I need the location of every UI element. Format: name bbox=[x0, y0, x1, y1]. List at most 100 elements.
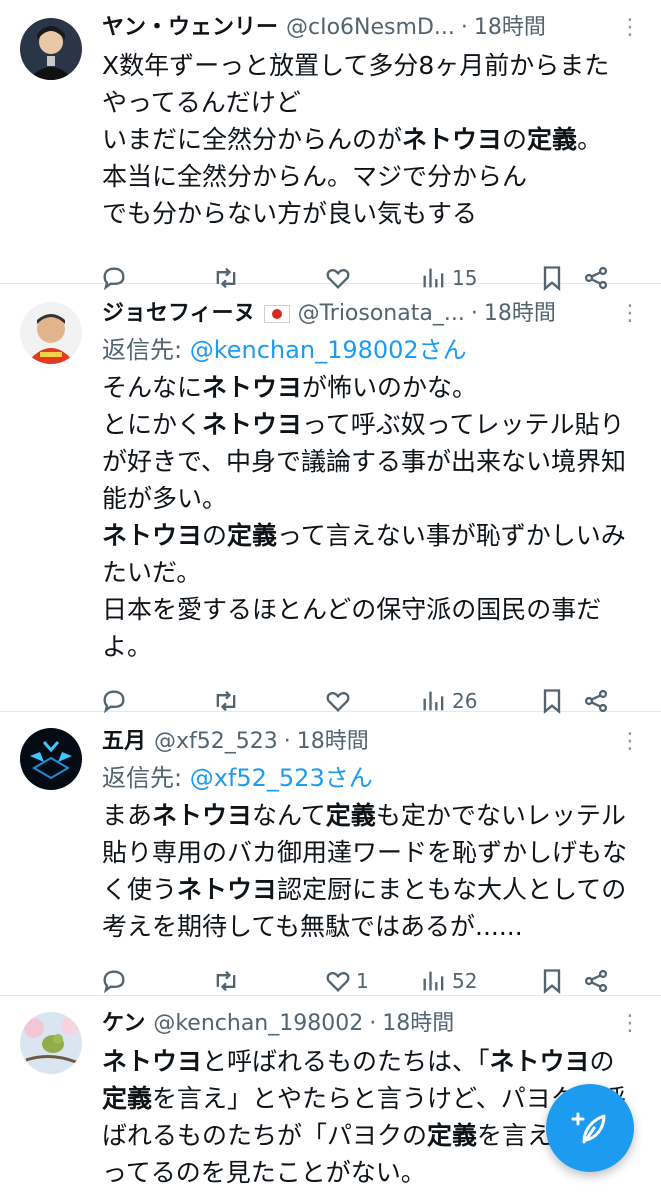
display-name[interactable]: ケン bbox=[102, 1006, 145, 1042]
views-icon bbox=[423, 971, 444, 991]
like-button[interactable]: 1 bbox=[324, 967, 420, 995]
tweet-text-line: 能が多い。 bbox=[102, 480, 639, 517]
tweet[interactable]: ジョセフィーヌ @Triosonata_... · 18時間 ⋮ 返信先: @k… bbox=[0, 284, 661, 715]
like-button[interactable] bbox=[324, 687, 420, 715]
avatar[interactable] bbox=[20, 1012, 82, 1074]
tweet-text: X数年ずーっと放置して多分8ヶ月前からまた やってるんだけど いまだに全然分からんの… bbox=[102, 47, 639, 232]
views-icon bbox=[423, 691, 444, 711]
text-segment: なんて bbox=[252, 801, 326, 830]
highlighted-keyword: ネトウヨ bbox=[202, 373, 303, 402]
highlighted-keyword: ネトウヨ bbox=[152, 801, 253, 830]
bookmark-icon bbox=[543, 689, 561, 714]
avatar[interactable] bbox=[20, 302, 82, 364]
reply-icon bbox=[103, 970, 125, 994]
more-icon[interactable]: ⋮ bbox=[609, 724, 641, 760]
retweet-button[interactable] bbox=[212, 967, 324, 995]
display-name[interactable]: ジョセフィーヌ bbox=[102, 296, 256, 332]
bookmark-button[interactable] bbox=[538, 967, 582, 995]
more-icon[interactable]: ⋮ bbox=[609, 296, 641, 332]
text-segment: の bbox=[502, 125, 528, 154]
text-segment: 日本を愛するほとんどの保守派の国民の事だ bbox=[102, 595, 602, 624]
text-segment: ばれるものたちが「パヨクの bbox=[102, 1121, 428, 1150]
reply-mention-link[interactable]: @kenchan_198002さん bbox=[190, 336, 467, 364]
like-icon bbox=[326, 692, 350, 712]
tweet-header: ヤン・ウェンリー @cIo6NesmD... · 18時間 ⋮ bbox=[102, 10, 641, 46]
tweet-text-line: たいだ。 bbox=[102, 554, 639, 591]
highlighted-keyword: 定義 bbox=[102, 1084, 153, 1113]
bookmark-icon bbox=[543, 969, 561, 994]
text-segment: そんなに bbox=[102, 373, 203, 402]
more-icon[interactable]: ⋮ bbox=[609, 1006, 641, 1042]
text-segment: 能が多い。 bbox=[102, 484, 228, 513]
tweet-text-line: ネトウヨの定義って言えない事が恥ずかしいみ bbox=[102, 517, 639, 554]
user-handle[interactable]: @cIo6NesmD... bbox=[286, 10, 455, 46]
text-segment: が怖いのかな。 bbox=[302, 373, 478, 402]
tweet-text-line: ネトウヨと呼ばれるものたちは、「ネトウヨの bbox=[102, 1043, 639, 1080]
tweet-text-line: 本当に全然分からん。マジで分からん bbox=[102, 158, 639, 195]
text-segment: 。 bbox=[577, 125, 603, 154]
text-segment: たいだ。 bbox=[102, 558, 202, 587]
user-handle[interactable]: @Triosonata_... bbox=[298, 296, 465, 332]
separator-dot: · bbox=[283, 729, 291, 754]
share-button[interactable] bbox=[582, 967, 622, 995]
retweet-icon bbox=[216, 690, 236, 712]
text-segment: って呼ぶ奴ってレッテル貼り bbox=[302, 410, 625, 439]
tweet-text-line: いまだに全然分からんのがネトウヨの定義。 bbox=[102, 121, 639, 158]
text-segment: でも分からない方が良い気もする bbox=[102, 199, 478, 228]
reply-mention-link[interactable]: @xf52_523さん bbox=[190, 764, 373, 792]
likes-count: 1 bbox=[356, 969, 369, 993]
bookmark-button[interactable] bbox=[538, 687, 582, 715]
highlighted-keyword: 定義 bbox=[227, 521, 278, 550]
tweet-text-line: X数年ずーっと放置して多分8ヶ月前からまた bbox=[102, 47, 639, 84]
tweet-text-line: でも分からない方が良い気もする bbox=[102, 195, 639, 232]
reply-button[interactable] bbox=[100, 687, 212, 715]
text-segment: 貼り専用のバカ御用達ワードを恥ずかしげもな bbox=[102, 838, 628, 867]
text-segment: と呼ばれるものたちは、「 bbox=[202, 1047, 490, 1076]
text-segment: よ。 bbox=[102, 632, 153, 661]
timestamp[interactable]: 18時間 bbox=[474, 10, 546, 46]
timestamp[interactable]: 18時間 bbox=[484, 296, 556, 332]
separator-dot: · bbox=[470, 301, 478, 326]
compose-button[interactable] bbox=[546, 1084, 634, 1172]
share-button[interactable] bbox=[582, 687, 622, 715]
display-name[interactable]: 五月 bbox=[102, 724, 146, 760]
tweet-text-line: く使うネトウヨ認定厨にまともな大人としての bbox=[102, 871, 639, 908]
retweet-button[interactable] bbox=[212, 687, 324, 715]
highlighted-keyword: ネトウヨ bbox=[489, 1047, 590, 1076]
tweet-text-line: 考えを期待しても無駄ではあるが...... bbox=[102, 908, 639, 945]
reply-label: 返信先: bbox=[102, 336, 190, 364]
highlighted-keyword: 定義 bbox=[527, 125, 578, 154]
separator-dot: · bbox=[369, 1011, 377, 1036]
reply-icon bbox=[103, 690, 125, 714]
tweet-text-line: が好きで、中身で議論する事が出来ない境界知 bbox=[102, 443, 639, 480]
highlighted-keyword: ネトウヨ bbox=[102, 1047, 203, 1076]
compose-icon bbox=[571, 1112, 606, 1144]
views-button[interactable]: 52 bbox=[420, 967, 538, 995]
text-segment: く使う bbox=[102, 875, 178, 904]
more-icon[interactable]: ⋮ bbox=[609, 10, 641, 46]
views-button[interactable]: 26 bbox=[420, 687, 538, 715]
text-segment: X数年ずーっと放置して多分8ヶ月前からまた bbox=[102, 51, 610, 80]
user-handle[interactable]: @xf52_523 bbox=[154, 724, 278, 760]
timeline-feed[interactable]: ヤン・ウェンリー @cIo6NesmD... · 18時間 ⋮ X数年ずーっと放… bbox=[0, 0, 661, 1200]
separator-dot: · bbox=[460, 15, 468, 40]
user-handle[interactable]: @kenchan_198002 bbox=[153, 1006, 363, 1042]
tweet[interactable]: 五月 @xf52_523 · 18時間 ⋮ 返信先: @xf52_523さん ま… bbox=[0, 712, 661, 996]
reply-label: 返信先: bbox=[102, 764, 190, 792]
tweet-header: 五月 @xf52_523 · 18時間 ⋮ bbox=[102, 724, 641, 760]
views-count: 52 bbox=[452, 969, 478, 993]
share-icon bbox=[584, 689, 608, 713]
avatar[interactable] bbox=[20, 728, 82, 790]
reply-button[interactable] bbox=[100, 967, 212, 995]
text-segment: 認定厨にまともな大人としての bbox=[277, 875, 627, 904]
tweet[interactable]: ヤン・ウェンリー @cIo6NesmD... · 18時間 ⋮ X数年ずーっと放… bbox=[0, 0, 661, 291]
text-segment: が好きで、中身で議論する事が出来ない境界知 bbox=[102, 447, 627, 476]
tweet-text: そんなにネトウヨが怖いのかな。 とにかくネトウヨって呼ぶ奴ってレッテル貼り が好きで… bbox=[102, 369, 639, 665]
timestamp[interactable]: 18時間 bbox=[297, 724, 369, 760]
timestamp[interactable]: 18時間 bbox=[382, 1006, 454, 1042]
text-segment: の bbox=[589, 1047, 615, 1076]
text-segment: って言えない事が恥ずかしいみ bbox=[277, 521, 626, 550]
display-name[interactable]: ヤン・ウェンリー bbox=[102, 10, 278, 46]
text-segment: も定かでないレッテル bbox=[375, 801, 626, 830]
avatar[interactable] bbox=[20, 18, 82, 80]
